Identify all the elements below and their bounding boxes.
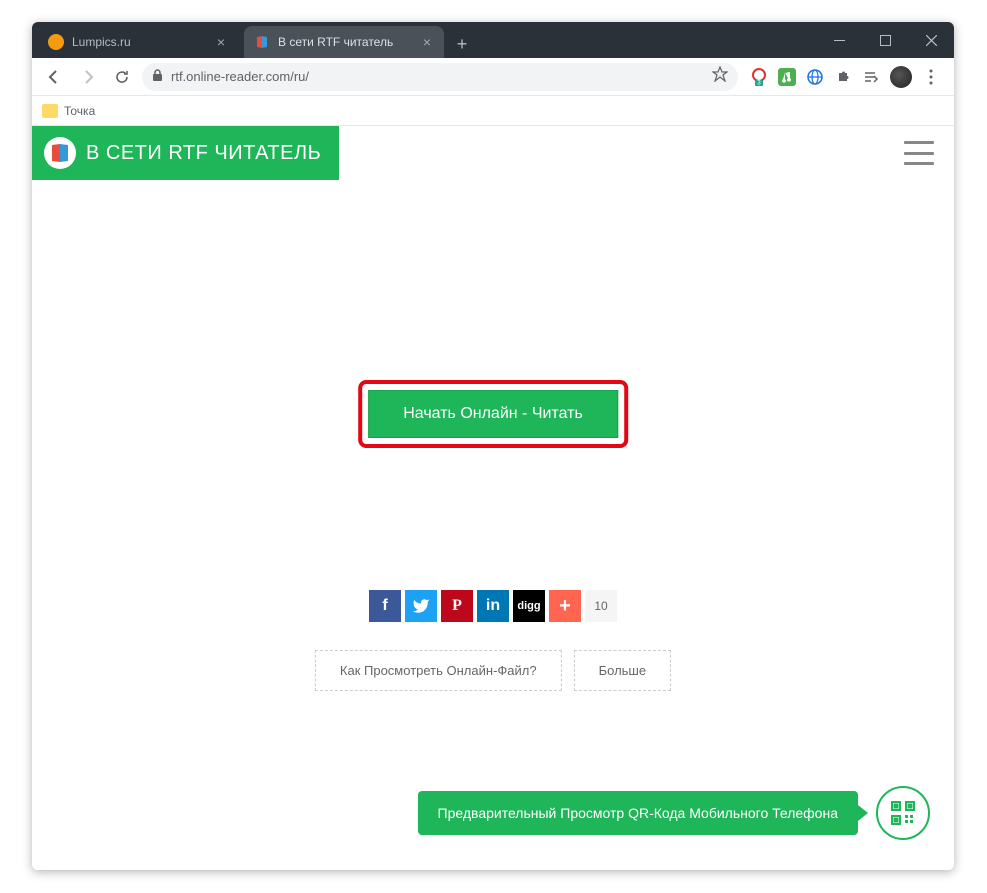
share-more[interactable]: + bbox=[549, 590, 581, 622]
address-bar: rtf.online-reader.com/ru/ 3 bbox=[32, 58, 954, 96]
share-linkedin[interactable]: in bbox=[477, 590, 509, 622]
howto-link[interactable]: Как Просмотреть Онлайн-Файл? bbox=[315, 650, 562, 691]
bookmark-folder[interactable]: Точка bbox=[42, 104, 95, 118]
qr-code-icon[interactable] bbox=[876, 786, 930, 840]
ext-globe-icon[interactable] bbox=[806, 68, 824, 86]
site-header: В СЕТИ RTF ЧИТАТЕЛЬ bbox=[32, 126, 954, 180]
bookmarks-bar: Точка bbox=[32, 96, 954, 126]
tab-lumpics[interactable]: Lumpics.ru × bbox=[38, 26, 238, 58]
url-text: rtf.online-reader.com/ru/ bbox=[171, 69, 704, 84]
social-share-row: f P in digg + 10 bbox=[369, 590, 617, 622]
browser-window: Lumpics.ru × В сети RTF читатель × + bbox=[32, 22, 954, 870]
close-icon[interactable]: × bbox=[420, 35, 434, 49]
folder-icon bbox=[42, 104, 58, 118]
logo-text: В СЕТИ RTF ЧИТАТЕЛЬ bbox=[86, 142, 321, 165]
close-icon[interactable]: × bbox=[214, 35, 228, 49]
avatar[interactable] bbox=[890, 66, 912, 88]
share-count: 10 bbox=[585, 590, 617, 622]
share-twitter[interactable] bbox=[405, 590, 437, 622]
help-links-row: Как Просмотреть Онлайн-Файл? Больше bbox=[315, 650, 671, 691]
share-pinterest[interactable]: P bbox=[441, 590, 473, 622]
tab-title: Lumpics.ru bbox=[72, 35, 206, 49]
maximize-button[interactable] bbox=[862, 22, 908, 58]
favicon-rtf bbox=[254, 34, 270, 50]
cta-highlight: Начать Онлайн - Читать bbox=[358, 380, 628, 448]
site-logo[interactable]: В СЕТИ RTF ЧИТАТЕЛЬ bbox=[32, 126, 339, 180]
bookmark-label: Точка bbox=[64, 104, 95, 118]
start-read-button[interactable]: Начать Онлайн - Читать bbox=[368, 390, 618, 438]
titlebar: Lumpics.ru × В сети RTF читатель × + bbox=[32, 22, 954, 58]
ext-music-icon[interactable] bbox=[778, 68, 796, 86]
back-button[interactable] bbox=[40, 63, 68, 91]
share-digg[interactable]: digg bbox=[513, 590, 545, 622]
more-link[interactable]: Больше bbox=[574, 650, 672, 691]
close-button[interactable] bbox=[908, 22, 954, 58]
ext-readlist-icon[interactable] bbox=[862, 68, 880, 86]
logo-icon bbox=[44, 137, 76, 169]
favicon-lumpics bbox=[48, 34, 64, 50]
star-icon[interactable] bbox=[712, 66, 728, 87]
tabs-area: Lumpics.ru × В сети RTF читатель × + bbox=[32, 22, 816, 58]
new-tab-button[interactable]: + bbox=[448, 30, 476, 58]
tab-title: В сети RTF читатель bbox=[278, 35, 412, 49]
hamburger-menu[interactable] bbox=[904, 141, 934, 165]
omnibox[interactable]: rtf.online-reader.com/ru/ bbox=[142, 63, 738, 91]
qr-banner: Предварительный Просмотр QR-Кода Мобильн… bbox=[418, 786, 930, 840]
ext-adblock-icon[interactable]: 3 bbox=[750, 68, 768, 86]
qr-preview-button[interactable]: Предварительный Просмотр QR-Кода Мобильн… bbox=[418, 791, 858, 835]
window-controls bbox=[816, 22, 954, 58]
ext-puzzle-icon[interactable] bbox=[834, 68, 852, 86]
extensions-area: 3 bbox=[744, 66, 946, 88]
reload-button[interactable] bbox=[108, 63, 136, 91]
minimize-button[interactable] bbox=[816, 22, 862, 58]
main-area: Начать Онлайн - Читать f P in digg + 10 … bbox=[32, 180, 954, 870]
share-facebook[interactable]: f bbox=[369, 590, 401, 622]
tab-rtf-reader[interactable]: В сети RTF читатель × bbox=[244, 26, 444, 58]
forward-button[interactable] bbox=[74, 63, 102, 91]
lock-icon bbox=[152, 69, 163, 85]
page-content: В СЕТИ RTF ЧИТАТЕЛЬ Начать Онлайн - Чита… bbox=[32, 126, 954, 870]
menu-icon[interactable] bbox=[922, 68, 940, 86]
